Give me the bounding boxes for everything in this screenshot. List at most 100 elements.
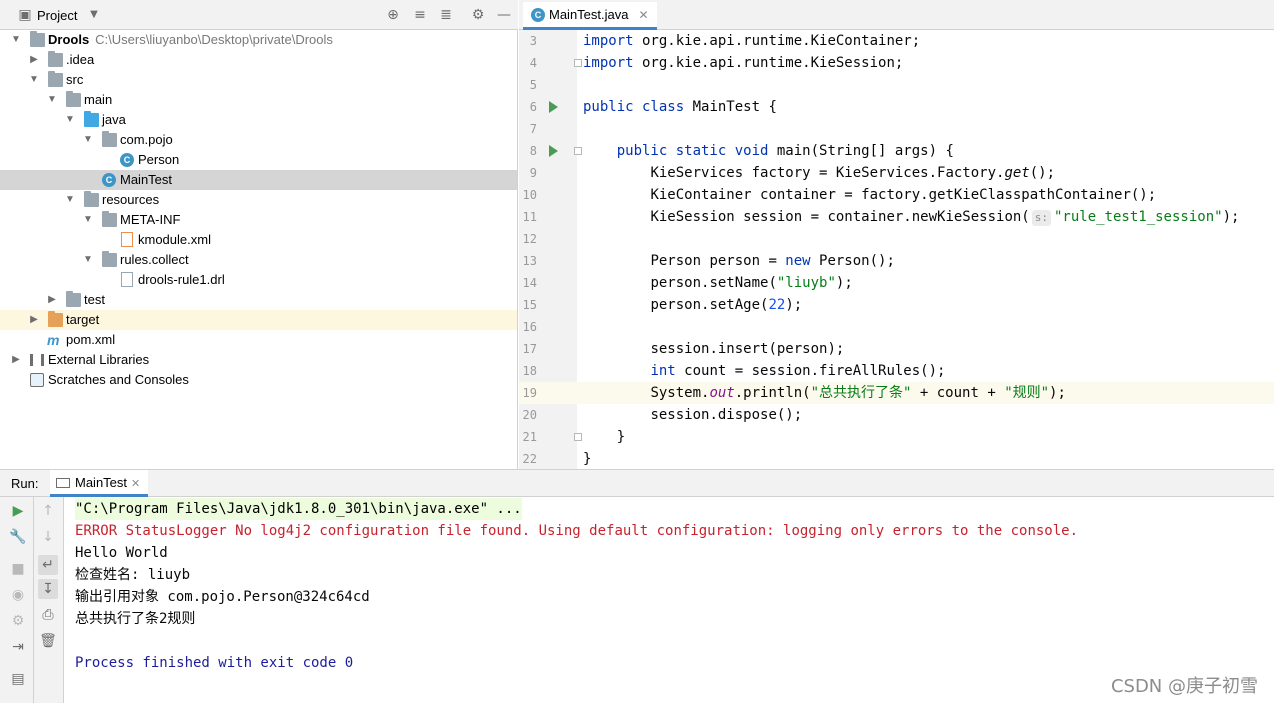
code-line[interactable]: 13 Person person = new Person(); [519,250,1274,272]
code-line[interactable]: 21 } [519,426,1274,448]
code-line[interactable]: 16 [519,316,1274,338]
collapse-all-icon[interactable]: ≣ [438,7,454,23]
chevron-down-icon[interactable]: ▼ [64,110,76,130]
hide-icon[interactable]: — [496,7,512,23]
code-line[interactable]: 9 KieServices factory = KieServices.Fact… [519,162,1274,184]
locate-icon[interactable]: ⊕ [385,7,401,23]
tree-item-meta-inf[interactable]: ▼ META-INF [0,210,517,230]
project-title[interactable]: Project [37,8,77,23]
tree-item-com-pojo[interactable]: ▼ com.pojo [0,130,517,150]
soft-wrap-icon[interactable]: ↵ [38,555,58,575]
arrow-down-icon[interactable]: ↓ [38,527,58,547]
code-line[interactable]: 6 public class MainTest { [519,96,1274,118]
close-icon[interactable]: ✕ [131,478,140,490]
tree-item-person[interactable]: C Person [0,150,517,170]
tree-item-drools-rule1-drl[interactable]: drools-rule1.drl [0,270,517,290]
tree-item-java[interactable]: ▼ java [0,110,517,130]
line-number: 15 [522,298,537,312]
line-number: 8 [529,144,537,158]
keyword: import [583,55,634,71]
scroll-to-end-icon[interactable]: ↧ [38,579,58,599]
tree-item-label: kmodule.xml [138,232,211,247]
code-line[interactable]: 22 } [519,448,1274,469]
code-text: KieSession session = container.newKieSes… [650,209,1030,225]
chevron-down-icon[interactable]: ▼ [86,7,102,23]
code-text: session.insert(person); [650,341,845,357]
chevron-down-icon[interactable]: ▼ [46,90,58,110]
camera-icon[interactable]: ◉ [8,585,28,605]
tree-item-external-libraries[interactable]: ▶ External Libraries [0,350,517,370]
run-icon[interactable] [549,101,558,113]
code-text: count = session.fireAllRules(); [675,363,946,379]
arrow-up-icon[interactable]: ↑ [38,501,58,521]
code-line[interactable]: 3 import org.kie.api.runtime.KieContaine… [519,30,1274,52]
tab-maintest-java[interactable]: C MainTest.java ✕ [523,2,657,30]
run-tab-maintest[interactable]: MainTest ✕ [50,470,149,497]
wrench-icon[interactable]: 🔧 [8,527,28,547]
run-tab-label: MainTest [75,475,128,490]
code-line[interactable]: 18 int count = session.fireAllRules(); [519,360,1274,382]
code-line[interactable]: 5 [519,74,1274,96]
code-line[interactable]: 4 import org.kie.api.runtime.KieSession; [519,52,1274,74]
layout-icon[interactable]: ▤ [8,669,28,689]
trash-icon[interactable]: 🗑 [38,631,58,651]
code-text: (); [1029,165,1056,181]
fold-icon[interactable] [574,59,582,67]
console-line-command[interactable]: "C:\Program Files\Java\jdk1.8.0_301\bin\… [75,498,522,520]
folder-icon [48,71,63,87]
code-text: .println( [734,385,811,401]
tree-item-scratches[interactable]: Scratches and Consoles [0,370,517,390]
print-icon[interactable]: ⎙ [38,605,58,625]
code-line[interactable]: 14 person.setName("liuyb"); [519,272,1274,294]
rerun-icon[interactable]: ▶ [8,501,28,521]
stop-icon[interactable]: ■ [8,559,28,579]
chevron-right-icon[interactable]: ▶ [10,350,22,370]
tree-item-target[interactable]: ▶ target [0,310,517,330]
code-line[interactable]: 17 session.insert(person); [519,338,1274,360]
chevron-down-icon[interactable]: ▼ [64,190,76,210]
chevron-down-icon[interactable]: ▼ [28,70,40,90]
tree-item-maintest[interactable]: C MainTest [0,170,517,190]
chevron-right-icon[interactable]: ▶ [28,50,40,70]
code-line[interactable]: 8 public static void main(String[] args)… [519,140,1274,162]
tree-item-resources[interactable]: ▼ resources [0,190,517,210]
fold-icon[interactable] [574,147,582,155]
gear-icon[interactable]: ⚙ [470,7,486,23]
code-line[interactable]: 11 KieSession session = container.newKie… [519,206,1274,228]
code-line[interactable]: 12 [519,228,1274,250]
chevron-right-icon[interactable]: ▶ [46,290,58,310]
tree-item-label: Person [138,152,180,167]
tree-item-rules-collect[interactable]: ▼ rules.collect [0,250,517,270]
tree-item-idea[interactable]: ▶ .idea [0,50,517,70]
close-icon[interactable]: ✕ [638,8,648,22]
chevron-down-icon[interactable]: ▼ [82,250,94,270]
tree-item-test[interactable]: ▶ test [0,290,517,310]
chevron-down-icon[interactable]: ▼ [82,210,94,230]
tree-item-pom-xml[interactable]: m pom.xml [0,330,517,350]
code-line[interactable]: 10 KieContainer container = factory.getK… [519,184,1274,206]
exit-icon[interactable]: ⇥ [8,637,28,657]
tree-item-src[interactable]: ▼ src [0,70,517,90]
chevron-right-icon[interactable]: ▶ [28,310,40,330]
line-number: 10 [522,188,537,202]
code-line-current[interactable]: 19 System.out.println("总共执行了条" + count +… [519,382,1274,404]
tree-item-drools[interactable]: ▼ Drools C:\Users\liuyanbo\Desktop\privat… [0,30,517,50]
line-number: 14 [522,276,537,290]
source-folder-icon [84,111,99,127]
tree-item-kmodule-xml[interactable]: kmodule.xml [0,230,517,250]
chevron-down-icon[interactable]: ▼ [10,30,22,50]
fold-icon[interactable] [574,433,582,441]
settings-icon[interactable]: ⚙ [8,611,28,631]
console-line-exit: Process finished with exit code 0 [75,655,354,671]
tree-item-label: src [66,72,84,87]
code-line[interactable]: 7 [519,118,1274,140]
code-line[interactable]: 20 session.dispose(); [519,404,1274,426]
keyword: int [650,363,676,379]
package-icon [102,131,117,147]
chevron-down-icon[interactable]: ▼ [82,130,94,150]
run-icon[interactable] [549,145,558,157]
code-line[interactable]: 15 person.setAge(22); [519,294,1274,316]
tree-item-label: pom.xml [66,332,116,347]
expand-all-icon[interactable]: ≡ [412,7,428,23]
tree-item-main[interactable]: ▼ main [0,90,517,110]
